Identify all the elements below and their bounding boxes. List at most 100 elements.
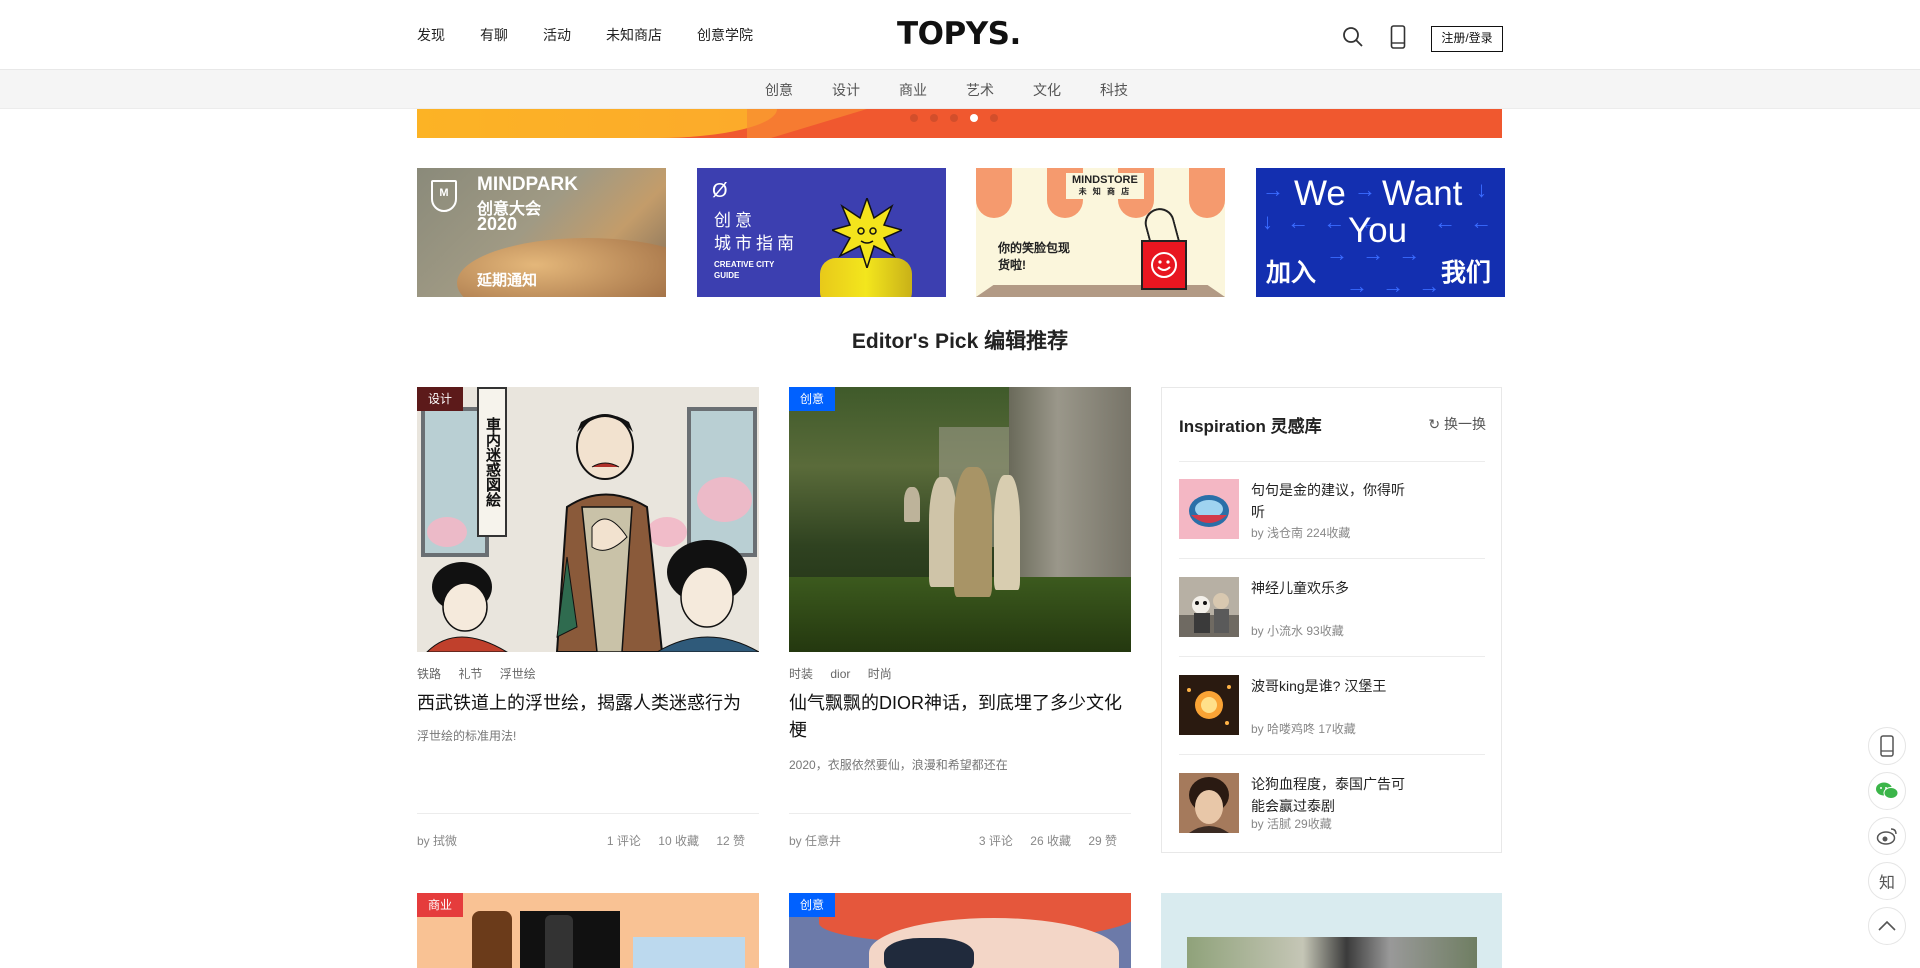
divider <box>789 813 1131 814</box>
inspiration-item[interactable]: 句句是金的建议，你得听听 by 浅仓南 224收藏 <box>1179 479 1485 543</box>
favorite-count: 10 收藏 <box>658 834 699 848</box>
keyword[interactable]: 时装 <box>789 667 813 681</box>
inspiration-thumbnail <box>1179 479 1239 539</box>
category-tag[interactable]: 创意 <box>789 893 836 917</box>
promo-word-want: Want <box>1382 174 1463 213</box>
inspiration-item-title: 句句是金的建议，你得听听 <box>1251 482 1405 520</box>
carousel-dot[interactable] <box>930 114 938 122</box>
category-art[interactable]: 艺术 <box>966 80 994 100</box>
back-to-top-button[interactable] <box>1868 907 1906 945</box>
article-author[interactable]: by 拭微 <box>417 832 457 849</box>
article-card-partial[interactable]: 商业 <box>417 893 759 968</box>
carousel-dot[interactable] <box>950 114 958 122</box>
inspiration-item-title: 波哥king是谁? 汉堡王 <box>1251 678 1387 694</box>
article-card-partial[interactable]: 创意 <box>789 893 1131 968</box>
promo-word-we: We <box>1294 174 1346 213</box>
keyword[interactable]: dior <box>830 667 850 681</box>
article-card-partial[interactable] <box>1161 893 1502 968</box>
smiley-icon <box>1151 252 1177 278</box>
like-count: 29 赞 <box>1088 834 1117 848</box>
category-business[interactable]: 商业 <box>899 80 927 100</box>
login-button[interactable]: 注册/登录 <box>1431 26 1503 52</box>
divider <box>1179 754 1485 755</box>
back-to-top-icon <box>1878 920 1896 931</box>
carousel-dot[interactable] <box>990 114 998 122</box>
main-nav: 发现 有聊 活动 未知商店 创意学院 <box>417 0 788 70</box>
inspiration-panel: Inspiration 灵感库 ↻ 换一换 句句是金的建议，你得听听 by 浅仓… <box>1161 387 1502 853</box>
wechat-icon <box>1876 782 1899 799</box>
nav-item-discover[interactable]: 发现 <box>417 25 445 45</box>
side-weibo-button[interactable] <box>1868 817 1906 855</box>
inspiration-item[interactable]: 神经儿童欢乐多 by 小流水 93收藏 <box>1179 577 1485 641</box>
promo-mindstore[interactable]: MINDSTORE 未 知 商 店 你的笑脸包现货啦! <box>976 168 1225 297</box>
inspiration-item-meta: by 小流水 93收藏 <box>1251 624 1344 638</box>
inspiration-item-meta: by 活腻 29收藏 <box>1251 817 1332 831</box>
guide-symbol: Ø <box>712 180 728 202</box>
refresh-button[interactable]: ↻ 换一换 <box>1428 414 1486 434</box>
nav-item-academy[interactable]: 创意学院 <box>697 25 753 45</box>
side-wechat-button[interactable] <box>1868 772 1906 810</box>
inspiration-thumbnail <box>1179 675 1239 735</box>
promo-message: 你的笑脸包现货啦! <box>998 241 1071 272</box>
inspiration-item-meta: by 哈喽鸡咚 17收藏 <box>1251 722 1356 736</box>
article-card: 创意 时装 dior 时尚 仙气飘飘的DIOR神话，到底埋了多少文化梗 2020… <box>789 387 1131 852</box>
mindpark-logo: M <box>431 180 457 212</box>
nav-item-events[interactable]: 活动 <box>543 25 571 45</box>
phone-icon <box>1880 735 1894 757</box>
illustration-figure <box>426 562 508 652</box>
keyword[interactable]: 礼节 <box>458 667 482 681</box>
divider <box>1179 461 1485 462</box>
category-creative[interactable]: 创意 <box>765 80 793 100</box>
store-brand-name: MINDSTORE <box>1072 174 1138 186</box>
article-stats: 1 评论 10 收藏 12 赞 <box>593 832 745 849</box>
illustration-figure <box>656 540 759 652</box>
nav-item-store[interactable]: 未知商店 <box>606 25 662 45</box>
article-title[interactable]: 仙气飘飘的DIOR神话，到底埋了多少文化梗 <box>789 690 1131 744</box>
category-tag[interactable]: 商业 <box>417 893 464 917</box>
inspiration-item-title: 论狗血程度，泰国广告可能会赢过泰剧 <box>1251 776 1405 814</box>
promo-notice: 延期通知 <box>477 272 538 289</box>
side-phone-button[interactable] <box>1868 727 1906 765</box>
keyword[interactable]: 时尚 <box>868 667 892 681</box>
comment-count: 3 评论 <box>978 834 1013 848</box>
inspiration-item[interactable]: 波哥king是谁? 汉堡王 by 哈喽鸡咚 17收藏 <box>1179 675 1485 739</box>
keyword[interactable]: 浮世绘 <box>500 667 536 681</box>
article-image[interactable] <box>789 387 1131 652</box>
keyword[interactable]: 铁路 <box>417 667 441 681</box>
promo-mindpark[interactable]: M MINDPARK 创意大会 2020 延期通知 <box>417 168 666 297</box>
inspiration-thumbnail <box>1179 577 1239 637</box>
inspiration-item[interactable]: 论狗血程度，泰国广告可能会赢过泰剧 by 活腻 29收藏 <box>1179 773 1485 837</box>
banner-graphic <box>417 109 777 138</box>
category-nav: 创意 设计 商业 艺术 文化 科技 <box>0 70 1920 109</box>
article-image <box>1187 937 1477 968</box>
nav-item-chat[interactable]: 有聊 <box>480 25 508 45</box>
product-bottle <box>545 915 573 968</box>
side-zhihu-button[interactable]: 知 <box>1868 862 1906 900</box>
category-design[interactable]: 设计 <box>832 80 860 100</box>
product-bottle <box>472 911 512 968</box>
category-tag[interactable]: 创意 <box>789 387 836 411</box>
category-tech[interactable]: 科技 <box>1100 80 1128 100</box>
category-tag[interactable]: 设计 <box>417 387 464 411</box>
search-icon[interactable] <box>1342 26 1364 48</box>
phone-icon[interactable] <box>1390 25 1406 49</box>
article-image[interactable]: 車内迷惑図絵 <box>417 387 759 652</box>
category-culture[interactable]: 文化 <box>1033 80 1061 100</box>
promo-word-you: You <box>1348 211 1408 250</box>
article-author[interactable]: by 任意井 <box>789 832 841 849</box>
promo-join-us[interactable]: → → ↓ ↓ ← ← ← ← ← → → → → → → We Want Yo… <box>1256 168 1505 297</box>
article-card: 車内迷惑図絵 设计 铁路 礼节 浮世绘 西武铁道上的浮世绘，揭露人类迷惑行为 浮… <box>417 387 759 852</box>
promo-city-guide[interactable]: Ø 创意 城市指南 CREATIVE CITY GUIDE <box>697 168 946 297</box>
refresh-label: 换一换 <box>1444 416 1486 432</box>
carousel-dot-active[interactable] <box>970 114 978 122</box>
site-logo[interactable]: TOPYS. <box>897 16 1021 52</box>
article-description: 浮世绘的标准用法! <box>417 729 517 743</box>
sun-mascot-icon <box>832 198 902 268</box>
article-title[interactable]: 西武铁道上的浮世绘，揭露人类迷惑行为 <box>417 690 759 717</box>
editors-pick-title: Editor's Pick 编辑推荐 <box>851 330 1069 353</box>
carousel-dots <box>910 114 1010 122</box>
inspiration-item-meta: by 浅仓南 224收藏 <box>1251 526 1351 540</box>
carousel-dot[interactable] <box>910 114 918 122</box>
inspiration-title: Inspiration 灵感库 <box>1179 417 1322 436</box>
sign-text: 車内迷惑図絵 <box>477 387 507 537</box>
